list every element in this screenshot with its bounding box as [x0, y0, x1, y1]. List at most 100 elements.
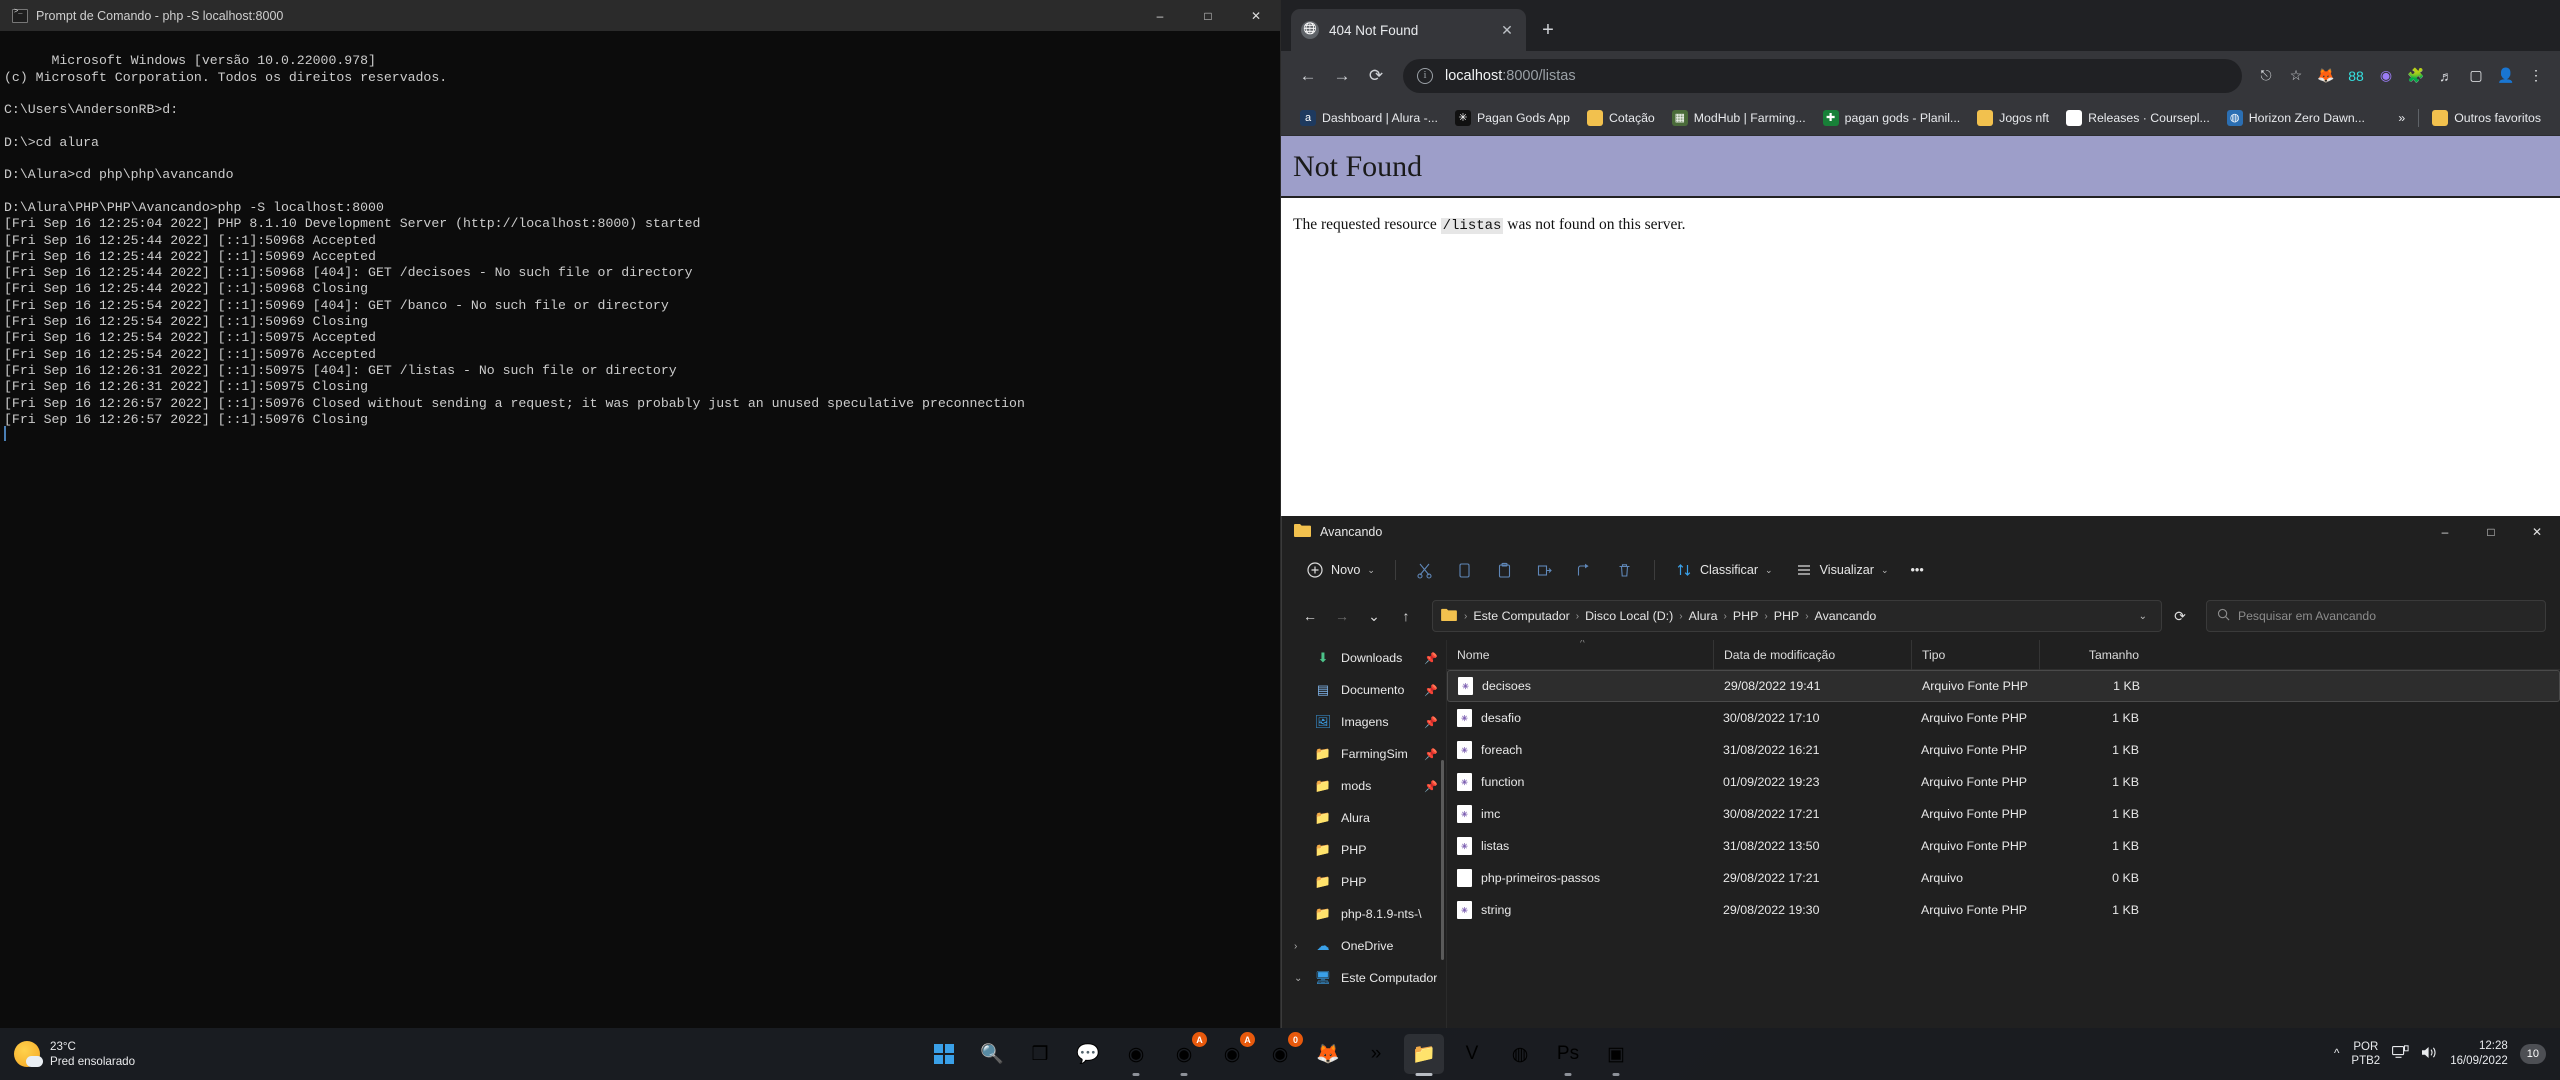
table-row[interactable]: ✳ decisoes 29/08/2022 19:41 Arquivo Fonte P…	[1447, 670, 2560, 702]
sort-button[interactable]: Classificar ⌄	[1665, 555, 1783, 585]
file-explorer-window[interactable]: Avancando – □ ✕ Novo ⌄ Classificar ⌄ Vis…	[1281, 516, 2560, 1028]
explorer-navigation-pane[interactable]: ⬇ Downloads 📌 ▤ Documento 📌 🖼 Imagens 📌 📁 FarmingS…	[1282, 640, 1447, 1028]
command-prompt-output[interactable]: Microsoft Windows [versão 10.0.22000.978…	[0, 31, 1280, 1028]
bookmark-item[interactable]: a Dashboard | Alura -...	[1293, 105, 1445, 131]
command-prompt-button[interactable]: ▣	[1596, 1034, 1636, 1076]
extensions-puzzle-icon[interactable]: 🧩	[2402, 62, 2430, 90]
sidebar-item-php[interactable]: 📁 PHP	[1282, 866, 1446, 898]
breadcrumb-item[interactable]: Avancando	[1810, 609, 1882, 623]
pin-icon[interactable]: 📌	[1424, 780, 1438, 793]
task-view-button[interactable]: ❒	[1020, 1034, 1060, 1074]
column-header-type[interactable]: Tipo	[1911, 640, 2039, 670]
tray-expand-icon[interactable]: ^	[2334, 1048, 2339, 1060]
maximize-button[interactable]: □	[1184, 0, 1232, 31]
chevron-icon[interactable]: ›	[1294, 941, 1297, 952]
pin-icon[interactable]: 📌	[1424, 684, 1438, 697]
address-bar[interactable]: i localhost:8000/listas	[1403, 58, 2242, 93]
sidebar-item-alura[interactable]: 📁 Alura	[1282, 802, 1446, 834]
table-row[interactable]: ✳ foreach 31/08/2022 16:21 Arquivo Fonte PH…	[1447, 734, 2560, 766]
back-button[interactable]: ←	[1296, 602, 1324, 630]
browser-tab-404-not-found[interactable]: 404 Not Found ✕	[1291, 9, 1526, 51]
minimize-button[interactable]: –	[2422, 516, 2468, 548]
bookmark-star-icon[interactable]: ☆	[2282, 62, 2310, 90]
sidebar-scrollbar[interactable]	[1441, 760, 1444, 960]
anydesk-button[interactable]: »	[1356, 1034, 1396, 1074]
site-info-icon[interactable]: i	[1417, 67, 1433, 84]
bookmark-item[interactable]: ○ Releases · Coursepl...	[2059, 105, 2217, 131]
close-button[interactable]: ✕	[1232, 0, 1280, 31]
breadcrumb-item[interactable]: PHP	[1769, 609, 1804, 623]
chat-button[interactable]: 💬	[1068, 1034, 1108, 1074]
steam-button[interactable]: ◍	[1500, 1034, 1540, 1074]
sidebar-item-documento[interactable]: ▤ Documento 📌	[1282, 674, 1446, 706]
breadcrumb-item[interactable]: Alura	[1684, 609, 1723, 623]
rename-button[interactable]	[1526, 555, 1564, 585]
weather-widget[interactable]: 23°C Pred ensolarado	[0, 1039, 135, 1069]
share-icon[interactable]: ⎋	[2252, 62, 2280, 90]
sidebar-item-farmingsim[interactable]: 📁 FarmingSim 📌	[1282, 738, 1446, 770]
photoshop-button[interactable]: Ps	[1548, 1034, 1588, 1076]
view-button[interactable]: Visualizar ⌄	[1785, 555, 1899, 585]
breadcrumb-dropdown-icon[interactable]: ⌄	[2133, 611, 2153, 622]
pin-icon[interactable]: 📌	[1424, 716, 1438, 729]
breadcrumb-item[interactable]: PHP	[1728, 609, 1763, 623]
table-row[interactable]: ✳ string 29/08/2022 19:30 Arquivo Fonte PHP…	[1447, 894, 2560, 926]
refresh-button[interactable]: ⟳	[2166, 608, 2194, 625]
table-row[interactable]: ✳ function 01/09/2022 19:23 Arquivo Fonte P…	[1447, 766, 2560, 798]
chrome-window-2[interactable]: ◉ A	[1164, 1032, 1207, 1076]
bookmark-item[interactable]: ✚ pagan gods - Planil...	[1816, 105, 1968, 131]
command-prompt-window[interactable]: Prompt de Comando - php -S localhost:800…	[0, 0, 1281, 1028]
sidebar-item-mods[interactable]: 📁 mods 📌	[1282, 770, 1446, 802]
file-explorer-button[interactable]: 📁	[1404, 1034, 1444, 1076]
vegas-button[interactable]: V	[1452, 1034, 1492, 1074]
sidebar-item-este-computador[interactable]: ⌄ 🖥 Este Computador	[1282, 962, 1446, 994]
search-input[interactable]: Pesquisar em Avancando	[2206, 600, 2546, 632]
other-bookmarks-button[interactable]: Outros favoritos	[2425, 105, 2548, 131]
copy-button[interactable]	[1446, 555, 1484, 585]
start-button[interactable]	[924, 1034, 964, 1074]
new-tab-button[interactable]: +	[1532, 14, 1564, 46]
new-button[interactable]: Novo ⌄	[1296, 555, 1385, 585]
media-playlist-icon[interactable]: ♬	[2432, 62, 2460, 90]
maximize-button[interactable]: □	[2468, 516, 2514, 548]
sidebar-item-onedrive[interactable]: › ☁ OneDrive	[1282, 930, 1446, 962]
chrome-menu-icon[interactable]: ⋮	[2522, 62, 2550, 90]
sidebar-item-imagens[interactable]: 🖼 Imagens 📌	[1282, 706, 1446, 738]
metamask-extension-icon[interactable]: 🦊	[2312, 62, 2340, 90]
sidebar-item-php[interactable]: 📁 PHP	[1282, 834, 1446, 866]
sidebar-item-downloads[interactable]: ⬇ Downloads 📌	[1282, 642, 1446, 674]
close-button[interactable]: ✕	[2514, 516, 2560, 548]
column-header-date[interactable]: Data de modificação	[1713, 640, 1911, 670]
search-button[interactable]: 🔍	[972, 1034, 1012, 1074]
profile-avatar-icon[interactable]: 👤	[2492, 62, 2520, 90]
bookmark-item[interactable]: Jogos nft	[1970, 105, 2056, 131]
minimize-button[interactable]: –	[1136, 0, 1184, 31]
phantom-wallet-icon[interactable]: ◉	[2372, 62, 2400, 90]
more-options-button[interactable]: •••	[1901, 555, 1934, 585]
forward-button[interactable]: →	[1328, 602, 1356, 630]
breadcrumb-item[interactable]: Este Computador	[1468, 609, 1574, 623]
firefox-button[interactable]: 🦊	[1308, 1034, 1348, 1074]
explorer-titlebar[interactable]: Avancando – □ ✕	[1282, 516, 2560, 548]
table-row[interactable]: php-primeiros-passos 29/08/2022 17:21 Arqu…	[1447, 862, 2560, 894]
bookmark-item[interactable]: ◍ Horizon Zero Dawn...	[2220, 105, 2372, 131]
cut-button[interactable]	[1406, 555, 1444, 585]
sidebar-panel-icon[interactable]: ▢	[2462, 62, 2490, 90]
command-prompt-titlebar[interactable]: Prompt de Comando - php -S localhost:800…	[0, 0, 1280, 31]
bookmark-item[interactable]: ✳ Pagan Gods App	[1448, 105, 1577, 131]
volume-icon[interactable]	[2421, 1045, 2438, 1063]
chevron-icon[interactable]: ⌄	[1294, 973, 1302, 984]
share-button[interactable]	[1566, 555, 1604, 585]
chrome-window-3[interactable]: ◉ A	[1212, 1032, 1255, 1074]
bookmark-item[interactable]: ▦ ModHub | Farming...	[1665, 105, 1813, 131]
clock[interactable]: 12:28 16/09/2022	[2450, 1039, 2508, 1069]
back-button[interactable]: ←	[1291, 59, 1325, 93]
column-header-name[interactable]: Nome ^	[1447, 640, 1713, 670]
bookmark-item[interactable]: Cotação	[1580, 105, 1662, 131]
column-header-size[interactable]: Tamanho	[2039, 640, 2149, 670]
chrome-window-1[interactable]: ◉	[1116, 1034, 1156, 1076]
table-row[interactable]: ✳ listas 31/08/2022 13:50 Arquivo Fonte PHP…	[1447, 830, 2560, 862]
language-indicator[interactable]: POR PTB2	[2351, 1040, 2380, 1068]
extension-counter-icon[interactable]: 88	[2342, 62, 2370, 90]
breadcrumb-item[interactable]: Disco Local (D:)	[1580, 609, 1678, 623]
